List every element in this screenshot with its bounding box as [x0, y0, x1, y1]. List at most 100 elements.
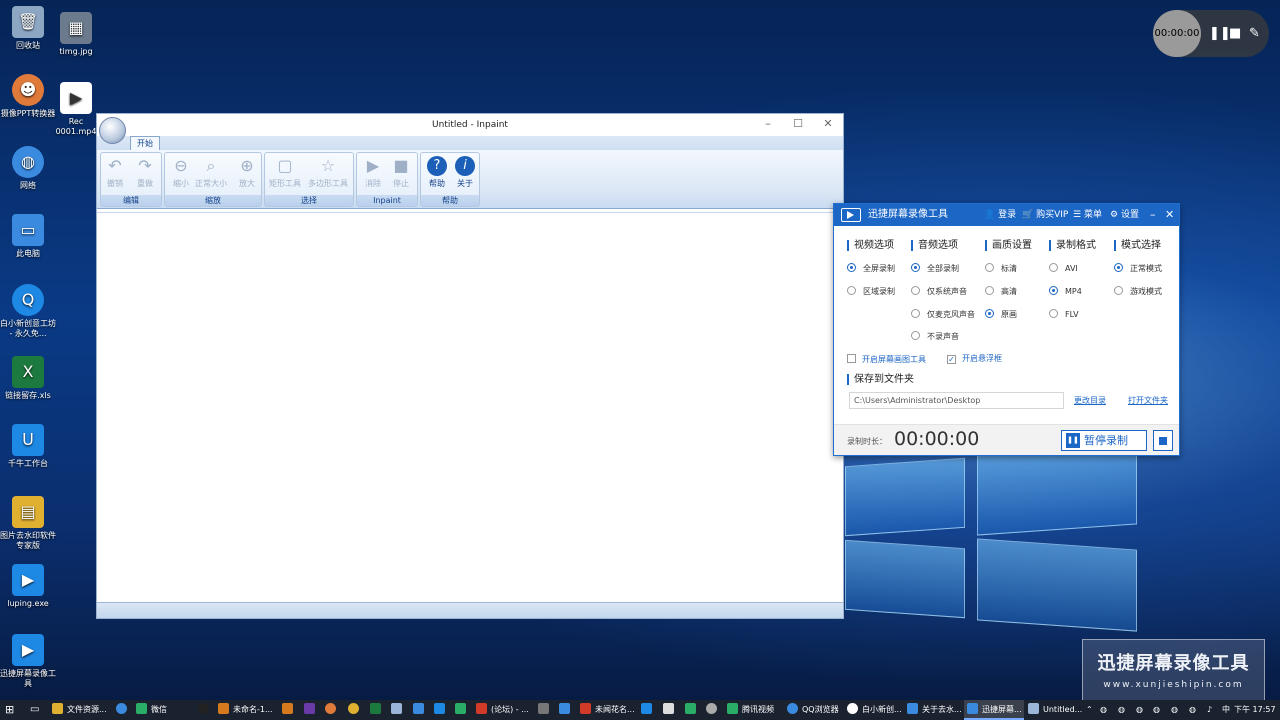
- task-view-icon[interactable]: ▭: [30, 700, 39, 720]
- pause-icon[interactable]: ❚❚: [1209, 26, 1231, 41]
- taskbar-item-ai[interactable]: [282, 700, 297, 720]
- tray-app-icon[interactable]: ◍: [1118, 700, 1125, 720]
- checkbox-float-window[interactable]: ✓ 开启悬浮框: [947, 354, 1002, 364]
- taskbar-item-recorder[interactable]: 迅捷屏幕...: [964, 700, 1024, 720]
- tray-app-icon[interactable]: ◍: [1153, 700, 1160, 720]
- zoom-in-button[interactable]: ⊕ 放大: [237, 156, 257, 189]
- taskbar-item-app2[interactable]: [348, 700, 363, 720]
- minimize-icon[interactable]: –: [1150, 204, 1156, 226]
- radio-format-flv[interactable]: FLV: [1049, 309, 1079, 320]
- taskbar-item-explorer[interactable]: 文件资源...: [52, 700, 107, 720]
- taskbar-item-bxx[interactable]: 白小新创...: [847, 700, 902, 720]
- tray-app-icon[interactable]: ◍: [1136, 700, 1143, 720]
- minimize-icon[interactable]: –: [753, 114, 783, 136]
- radio-format-mp4[interactable]: MP4: [1049, 286, 1082, 297]
- pen-icon[interactable]: ✎: [1249, 26, 1260, 41]
- tray-app-icon[interactable]: ◍: [1189, 700, 1196, 720]
- taskbar-item-fw[interactable]: 未命名-1...: [218, 700, 273, 720]
- stop-recording-button[interactable]: [1153, 430, 1173, 451]
- taskbar-item-app8[interactable]: [559, 700, 574, 720]
- buy-vip-button[interactable]: 🛒 购买VIP: [1022, 204, 1068, 226]
- radio-quality-sd[interactable]: 标清: [985, 263, 1017, 274]
- help-button[interactable]: ? 帮助: [427, 156, 447, 189]
- change-dir-link[interactable]: 更改目录: [1074, 395, 1106, 406]
- tray-app-icon[interactable]: ◍: [1100, 700, 1107, 720]
- taskbar-item-qq[interactable]: [198, 700, 213, 720]
- radio-mode-game[interactable]: 游戏模式: [1114, 286, 1162, 297]
- recorder-header[interactable]: 迅捷屏幕录像工具 👤 登录 🛒 购买VIP ☰ 菜单 ⚙ 设置 – ✕: [834, 204, 1179, 226]
- video-icon: [727, 703, 738, 714]
- taskbar-item-about[interactable]: 关于去水...: [907, 700, 962, 720]
- radio-audio-system[interactable]: 仅系统声音: [911, 286, 967, 297]
- tray-up-icon[interactable]: ⌃: [1086, 700, 1093, 720]
- desktop-icon-qianniu[interactable]: ᑌ 千牛工作台: [0, 424, 56, 469]
- open-folder-link[interactable]: 打开文件夹: [1128, 395, 1168, 406]
- stop-button[interactable]: ■ 停止: [391, 156, 411, 189]
- image-canvas[interactable]: [97, 212, 843, 602]
- radio-audio-mic[interactable]: 仅麦克风声音: [911, 309, 975, 320]
- taskbar-item-app5[interactable]: [413, 700, 428, 720]
- maximize-icon[interactable]: ☐: [783, 114, 813, 136]
- radio-audio-all[interactable]: 全部录制: [911, 263, 959, 274]
- desktop-icon-this-pc[interactable]: ▭ 此电脑: [0, 214, 56, 259]
- taskbar-item-music[interactable]: 未闻花名...: [580, 700, 635, 720]
- menu-button[interactable]: ☰ 菜单: [1073, 204, 1102, 226]
- desktop-icon-luping[interactable]: ▶ luping.exe: [0, 564, 56, 609]
- taskbar-item-app9[interactable]: [641, 700, 656, 720]
- taskbar-item-tencent-video[interactable]: 腾讯视频: [727, 700, 774, 720]
- taskbar-item-app6[interactable]: [455, 700, 470, 720]
- desktop-icon-network[interactable]: ◍ 网络: [0, 146, 56, 191]
- radio-region[interactable]: 区域录制: [847, 286, 895, 297]
- taskbar-item-browser[interactable]: [116, 700, 131, 720]
- radio-quality-hd[interactable]: 高清: [985, 286, 1017, 297]
- radio-audio-none[interactable]: 不录声音: [911, 331, 959, 342]
- taskbar-item-vscode[interactable]: [434, 700, 449, 720]
- radio-quality-original[interactable]: 原画: [985, 309, 1017, 320]
- start-button[interactable]: ⊞: [5, 700, 14, 720]
- radio-fullscreen[interactable]: 全屏录制: [847, 263, 895, 274]
- taskbar-item-app10[interactable]: [663, 700, 678, 720]
- taskbar-item-app4[interactable]: [391, 700, 406, 720]
- desktop-icon-xunjie[interactable]: ▶ 迅捷屏幕录像工具: [0, 634, 56, 689]
- app-menu-button[interactable]: [99, 117, 126, 144]
- taskbar-item-app12[interactable]: [706, 700, 721, 720]
- erase-button[interactable]: ▶ 消除: [363, 156, 383, 189]
- redo-button[interactable]: ↷ 重做: [135, 156, 155, 189]
- taskbar-item-pr[interactable]: [304, 700, 319, 720]
- taskbar-item-app3[interactable]: [370, 700, 385, 720]
- desktop-icon-timg[interactable]: ▦ timg.jpg: [48, 12, 104, 57]
- taskbar-item-app7[interactable]: [538, 700, 553, 720]
- rect-tool-button[interactable]: ▢ 矩形工具: [269, 156, 301, 189]
- zoom-normal-button[interactable]: ⌕ 正常大小: [195, 156, 227, 189]
- settings-button[interactable]: ⚙ 设置: [1110, 204, 1139, 226]
- user-icon: 👤: [984, 210, 996, 220]
- window-titlebar[interactable]: Untitled - Inpaint – ☐ ✕: [97, 114, 843, 136]
- polygon-tool-button[interactable]: ☆ 多边形工具: [308, 156, 348, 189]
- save-path-field[interactable]: C:\Users\Administrator\Desktop: [849, 392, 1064, 409]
- checkbox-screen-draw-tool[interactable]: 开启屏幕画图工具: [847, 354, 926, 365]
- tray-app-icon[interactable]: ◍: [1171, 700, 1178, 720]
- pause-recording-button[interactable]: 暂停录制: [1061, 430, 1147, 451]
- undo-button[interactable]: ↶ 撤销: [105, 156, 125, 189]
- radio-format-avi[interactable]: AVI: [1049, 263, 1078, 274]
- taskbar-item-inpaint[interactable]: Untitled...: [1028, 700, 1082, 720]
- radio-mode-normal[interactable]: 正常模式: [1114, 263, 1162, 274]
- zoom-out-button[interactable]: ⊖ 缩小: [171, 156, 191, 189]
- desktop-icon-watermark-tool[interactable]: ▤ 图片去水印软件专家版: [0, 496, 56, 551]
- ime-icon[interactable]: 中: [1222, 700, 1230, 720]
- taskbar-item-forum[interactable]: (论坛) - ...: [476, 700, 529, 720]
- desktop-icon-bxx[interactable]: Q 白小新创意工坊 - 永久免...: [0, 284, 56, 339]
- tab-start[interactable]: 开始: [130, 136, 160, 150]
- taskbar-item-qq-browser[interactable]: QQ浏览器: [787, 700, 839, 720]
- taskbar-item-app11[interactable]: [685, 700, 700, 720]
- taskbar-item-app1[interactable]: [325, 700, 340, 720]
- taskbar-item-wechat[interactable]: 微信: [136, 700, 167, 720]
- login-button[interactable]: 👤 登录: [984, 204, 1016, 226]
- close-icon[interactable]: ✕: [1165, 204, 1174, 226]
- clock[interactable]: 下午 17:57: [1234, 700, 1276, 720]
- desktop-icon-xls[interactable]: X 链接留存.xls: [0, 356, 56, 401]
- close-icon[interactable]: ✕: [813, 114, 843, 136]
- stop-icon[interactable]: ■: [1229, 26, 1241, 41]
- volume-icon[interactable]: ♪: [1207, 700, 1212, 720]
- about-button[interactable]: i 关于: [455, 156, 475, 189]
